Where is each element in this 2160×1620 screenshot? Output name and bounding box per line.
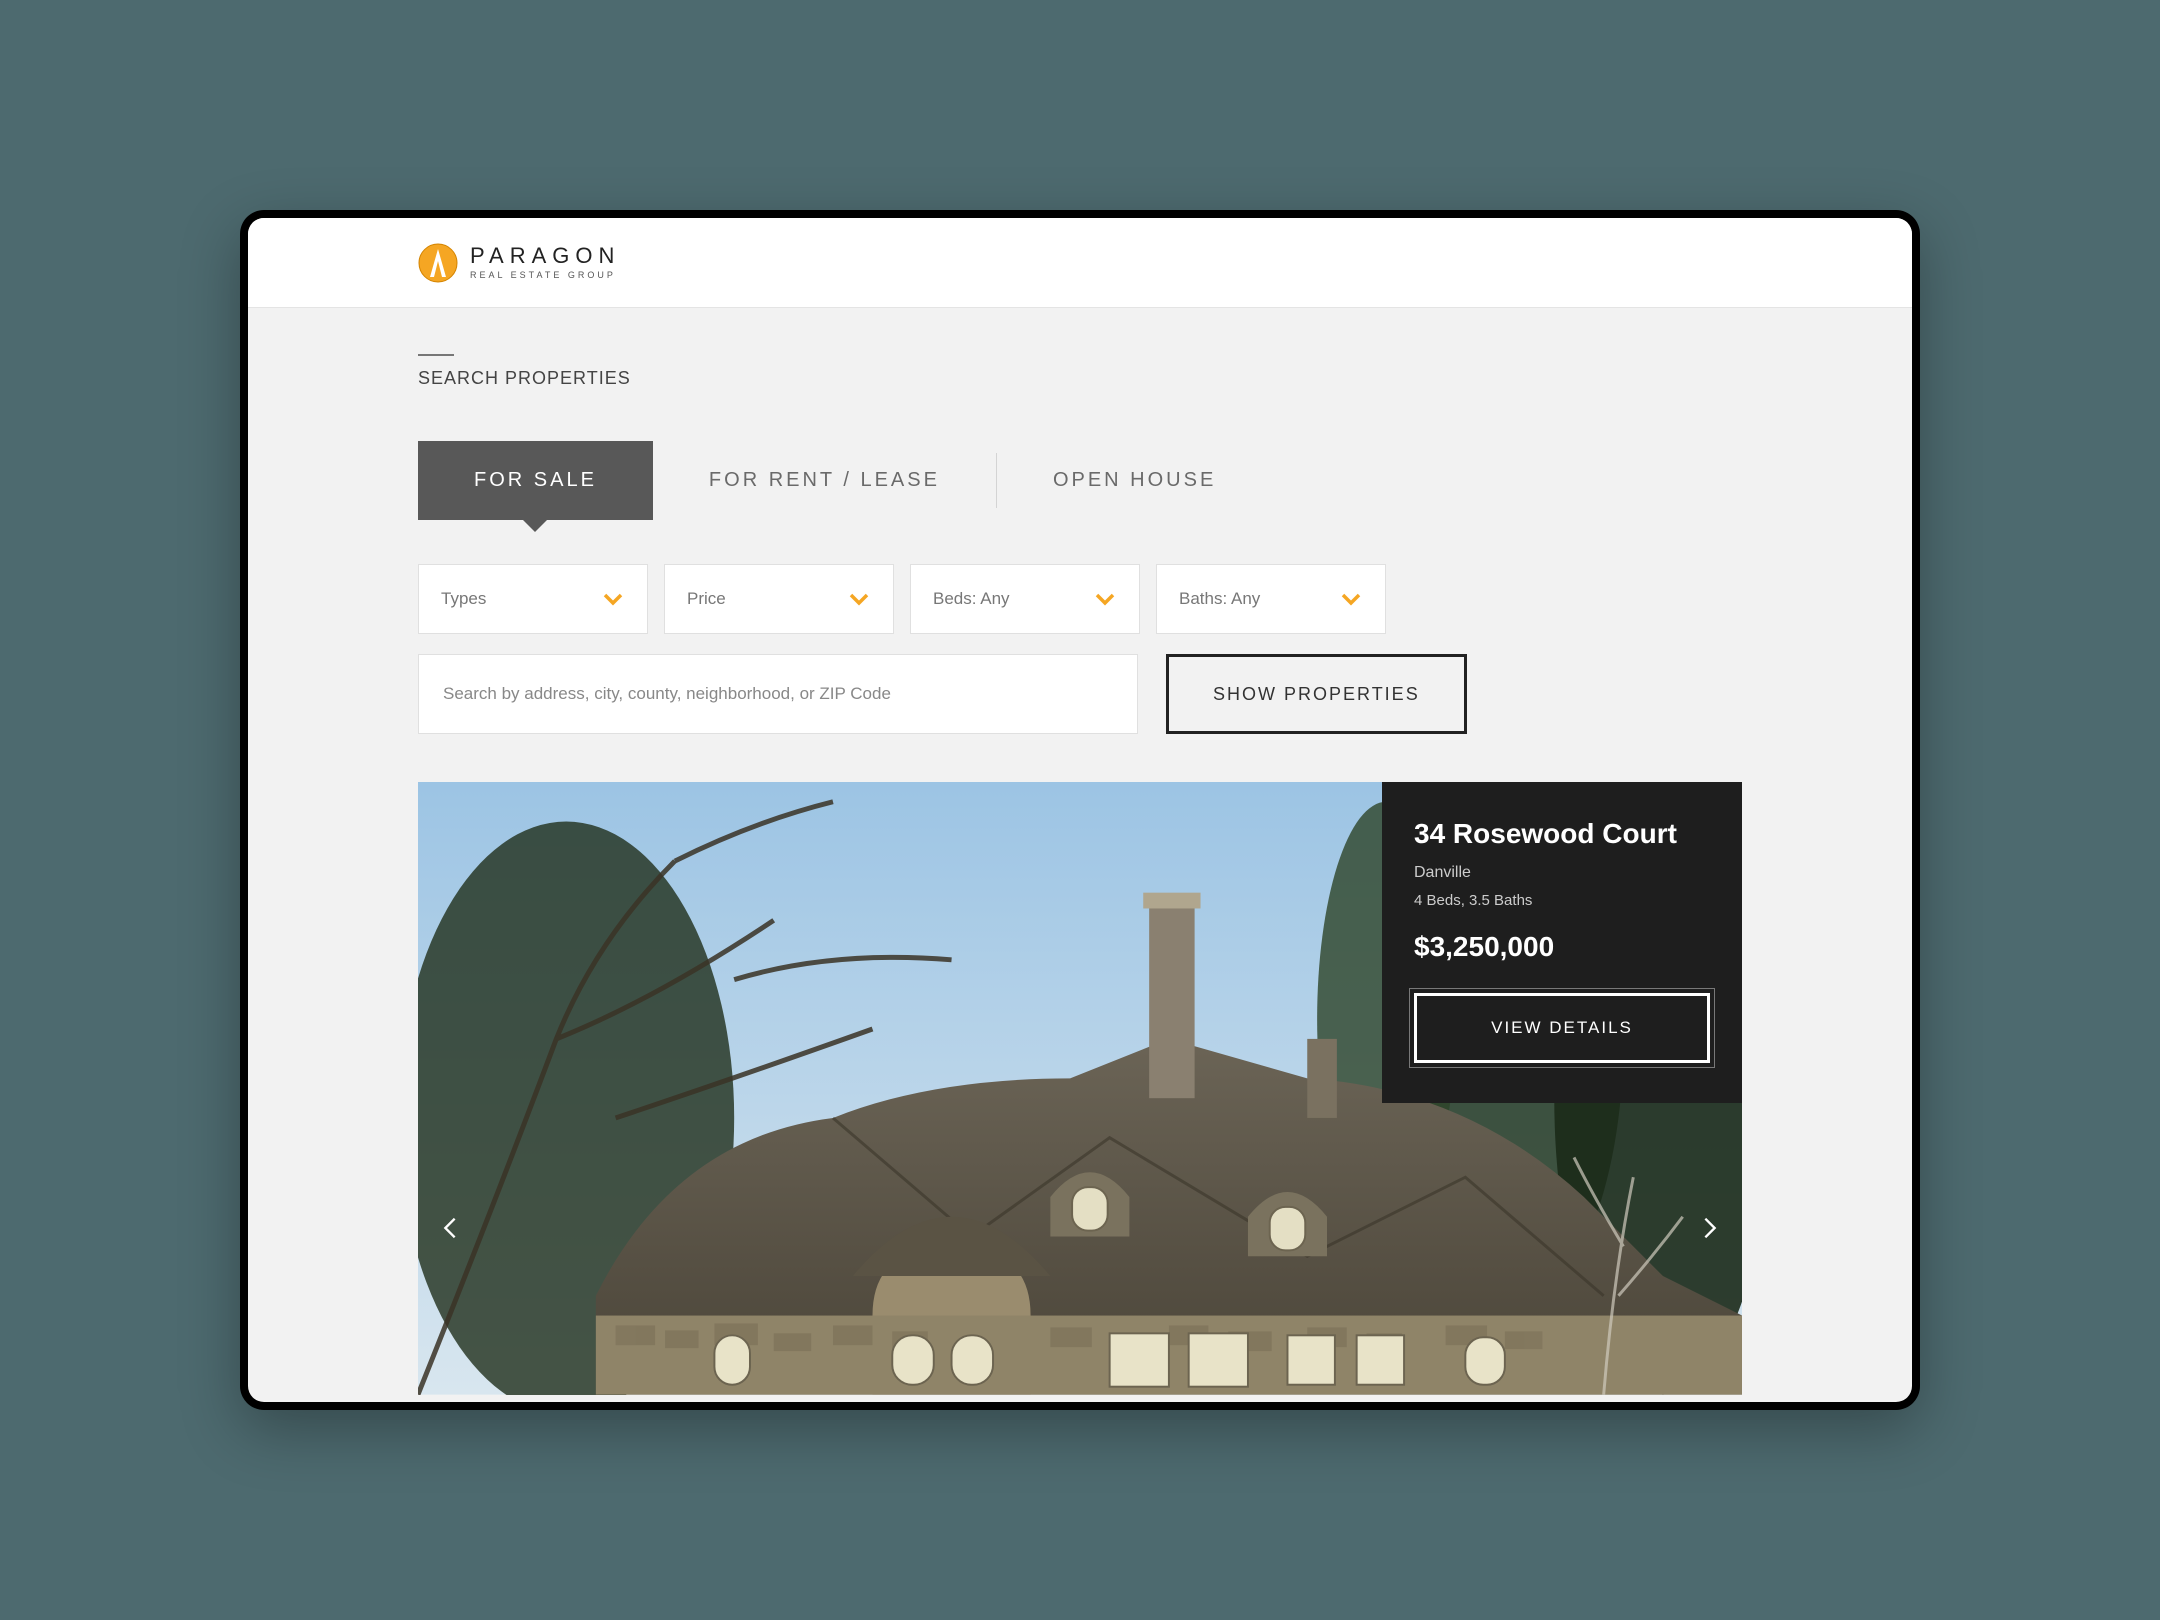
filter-types[interactable]: Types: [418, 564, 648, 634]
paragon-logo-icon: [418, 243, 458, 283]
listing-city: Danville: [1414, 864, 1710, 882]
filter-row: Types Price Beds: Any Baths: Any: [418, 564, 1742, 634]
device-frame: PARAGON REAL ESTATE GROUP SEARCH PROPERT…: [240, 210, 1920, 1410]
listing-address: 34 Rosewood Court: [1414, 818, 1710, 850]
search-tabs: FOR SALE FOR RENT / LEASE OPEN HOUSE: [418, 441, 1742, 520]
listing-hero: 34 Rosewood Court Danville 4 Beds, 3.5 B…: [418, 782, 1742, 1402]
chevron-right-icon: [1696, 1214, 1724, 1242]
filter-label: Types: [441, 589, 486, 609]
section-label: SEARCH PROPERTIES: [418, 368, 631, 397]
filter-label: Baths: Any: [1179, 589, 1260, 609]
chevron-down-icon: [1339, 587, 1363, 611]
brand-tagline: REAL ESTATE GROUP: [470, 271, 620, 280]
chevron-down-icon: [847, 587, 871, 611]
content: SEARCH PROPERTIES FOR SALE FOR RENT / LE…: [248, 308, 1912, 1402]
filter-label: Price: [687, 589, 726, 609]
tab-for-sale[interactable]: FOR SALE: [418, 441, 653, 520]
filter-beds[interactable]: Beds: Any: [910, 564, 1140, 634]
listing-specs: 4 Beds, 3.5 Baths: [1414, 892, 1710, 909]
view-details-button[interactable]: VIEW DETAILS: [1414, 993, 1710, 1063]
carousel-next-button[interactable]: [1690, 1208, 1730, 1248]
show-properties-button[interactable]: SHOW PROPERTIES: [1166, 654, 1467, 734]
topbar: PARAGON REAL ESTATE GROUP: [248, 218, 1912, 308]
chevron-left-icon: [436, 1214, 464, 1242]
chevron-down-icon: [601, 587, 625, 611]
button-label: VIEW DETAILS: [1491, 1018, 1633, 1037]
screen: PARAGON REAL ESTATE GROUP SEARCH PROPERT…: [248, 218, 1912, 1402]
filter-baths[interactable]: Baths: Any: [1156, 564, 1386, 634]
tab-label: FOR RENT / LEASE: [709, 469, 940, 491]
filter-label: Beds: Any: [933, 589, 1010, 609]
search-row: SHOW PROPERTIES: [418, 654, 1742, 734]
tab-label: FOR SALE: [474, 469, 597, 491]
search-input[interactable]: [418, 654, 1138, 734]
chevron-down-icon: [1093, 587, 1117, 611]
button-label: SHOW PROPERTIES: [1213, 684, 1420, 704]
tab-open-house[interactable]: OPEN HOUSE: [997, 441, 1272, 520]
carousel-prev-button[interactable]: [430, 1208, 470, 1248]
brand-text: PARAGON REAL ESTATE GROUP: [470, 245, 620, 280]
filter-price[interactable]: Price: [664, 564, 894, 634]
brand-name: PARAGON: [470, 245, 620, 267]
listing-price: $3,250,000: [1414, 931, 1710, 963]
tab-label: OPEN HOUSE: [1053, 469, 1216, 491]
tab-for-rent[interactable]: FOR RENT / LEASE: [653, 441, 996, 520]
brand-logo[interactable]: PARAGON REAL ESTATE GROUP: [418, 243, 620, 283]
listing-card: 34 Rosewood Court Danville 4 Beds, 3.5 B…: [1382, 782, 1742, 1103]
